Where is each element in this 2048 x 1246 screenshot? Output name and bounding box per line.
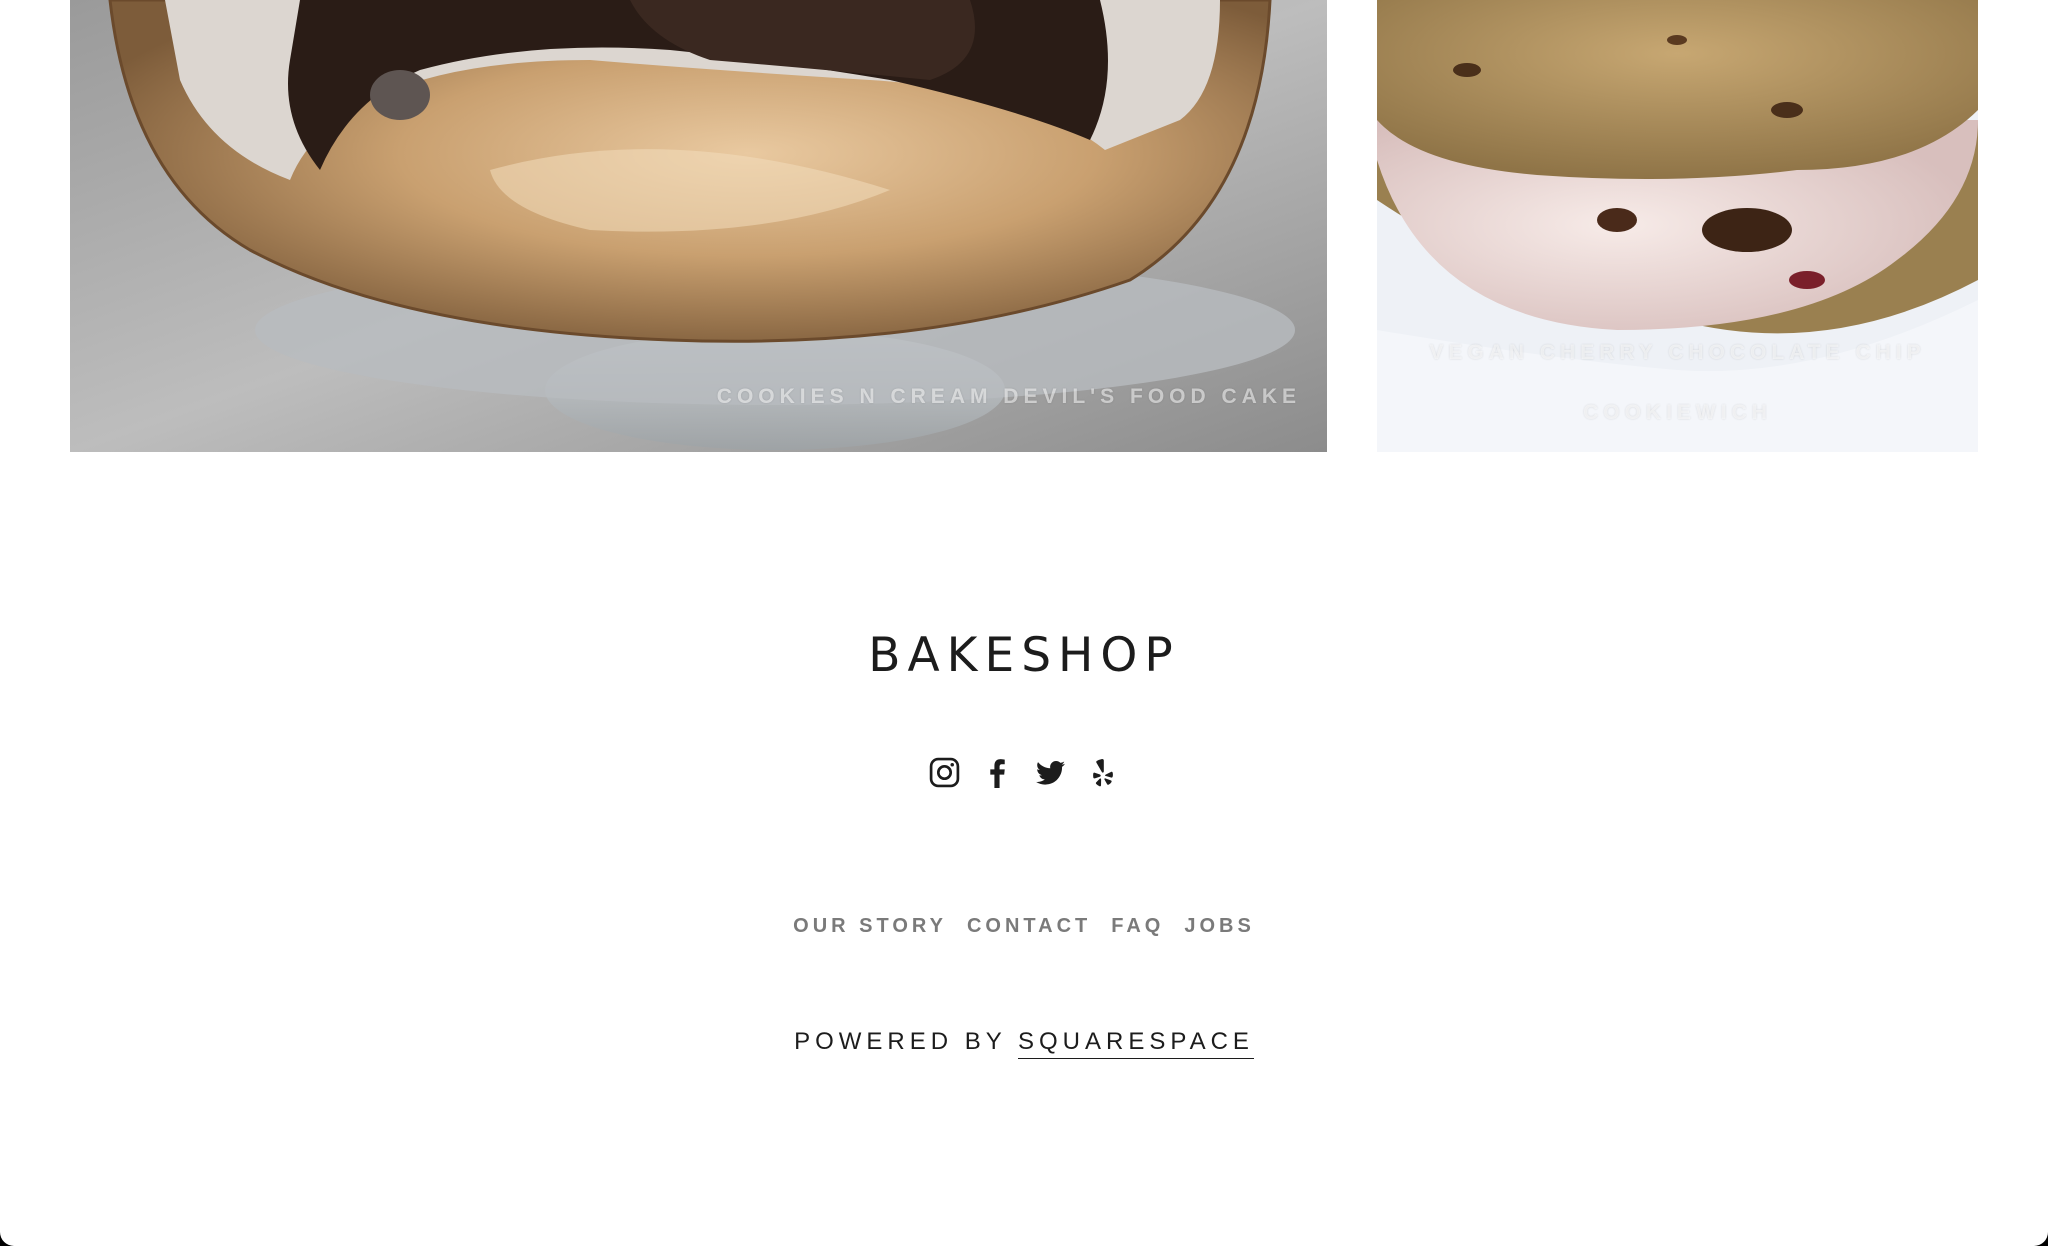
gallery-caption: Cookies N Cream Devil's Food Cake <box>716 385 1301 408</box>
page: Cookies N Cream Devil's Food Cake <box>0 0 2048 1246</box>
twitter-icon[interactable] <box>1034 756 1067 789</box>
footer-nav: OUR STORY CONTACT FAQ JOBS <box>0 915 2048 938</box>
gallery-item-cookiewich[interactable]: Vegan Cherry Chocolate Chip Cookiewich <box>1377 0 1978 452</box>
footer-link-jobs[interactable]: JOBS <box>1184 915 1254 938</box>
squarespace-link[interactable]: SQUARESPACE <box>1018 1028 1254 1059</box>
footer-link-contact[interactable]: CONTACT <box>967 915 1091 938</box>
gallery-item-cake[interactable]: Cookies N Cream Devil's Food Cake <box>70 0 1327 452</box>
powered-by: POWERED BY SQUARESPACE <box>0 1028 2048 1059</box>
footer-link-faq[interactable]: FAQ <box>1111 915 1164 938</box>
footer-link-our-story[interactable]: OUR STORY <box>793 915 947 938</box>
instagram-icon[interactable] <box>928 756 961 789</box>
site-title[interactable]: BAKESHOP <box>0 628 2048 683</box>
powered-by-prefix: POWERED BY <box>794 1028 1007 1055</box>
yelp-icon[interactable] <box>1087 756 1120 789</box>
gallery-caption: Vegan Cherry Chocolate Chip Cookiewich <box>1429 341 1926 424</box>
social-links <box>0 756 2048 789</box>
facebook-icon[interactable] <box>981 756 1014 789</box>
